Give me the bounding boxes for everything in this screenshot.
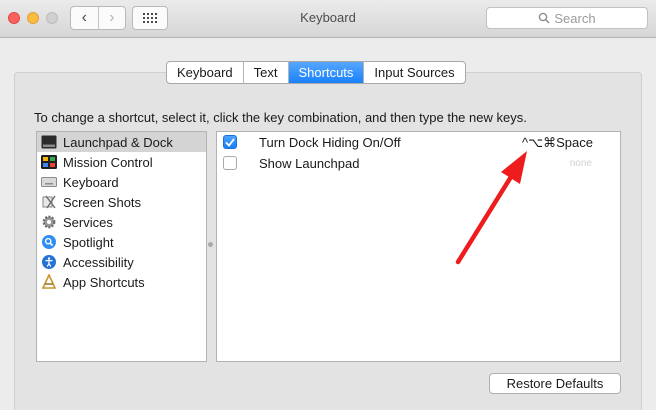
category-launchpad-dock[interactable]: Launchpad & Dock [37,132,206,152]
spotlight-icon [41,234,57,250]
app-shortcuts-icon [41,274,57,290]
shortcut-label: Turn Dock Hiding On/Off [259,135,401,150]
gear-icon [41,214,57,230]
category-label: Screen Shots [63,194,142,210]
title-bar: ‹ › Keyboard Search [0,0,656,38]
shortcut-list[interactable]: Turn Dock Hiding On/Off ^⌥⌘Space Show La… [216,131,621,362]
category-keyboard[interactable]: Keyboard [37,172,206,192]
category-label: Spotlight [63,234,114,250]
category-list[interactable]: Launchpad & Dock Mission Control Keyboar… [36,131,207,362]
shortcut-key-combination[interactable]: none [570,158,592,169]
shortcut-label: Show Launchpad [259,156,360,171]
category-services[interactable]: Services [37,212,206,232]
checkmark-icon [225,137,235,147]
category-spotlight[interactable]: Spotlight [37,232,206,252]
category-label: Keyboard [63,174,119,190]
shortcut-row-dock-hiding[interactable]: Turn Dock Hiding On/Off ^⌥⌘Space [217,132,620,153]
search-icon [539,12,550,24]
search-placeholder: Search [554,10,596,26]
restore-defaults-button[interactable]: Restore Defaults [489,373,621,394]
category-label: Launchpad & Dock [63,134,173,150]
keyboard-icon [41,174,57,190]
category-label: Accessibility [63,254,134,270]
shortcut-row-show-launchpad[interactable]: Show Launchpad none [217,153,620,174]
show-launchpad-checkbox[interactable] [223,156,237,170]
tab-input-sources[interactable]: Input Sources [363,62,464,83]
search-field[interactable]: Search [486,7,648,29]
accessibility-icon [41,254,57,270]
category-label: Mission Control [63,154,153,170]
mission-control-icon [41,154,57,170]
tab-shortcuts[interactable]: Shortcuts [287,62,364,83]
category-label: App Shortcuts [63,274,145,290]
shortcut-key-combination[interactable]: ^⌥⌘Space [522,135,593,151]
dock-hiding-checkbox[interactable] [223,135,237,149]
category-app-shortcuts[interactable]: App Shortcuts [37,272,206,292]
launchpad-dock-icon [41,134,57,150]
category-screen-shots[interactable]: Screen Shots [37,192,206,212]
category-accessibility[interactable]: Accessibility [37,252,206,272]
tab-keyboard[interactable]: Keyboard [167,62,243,83]
split-view-handle[interactable] [208,242,213,247]
tab-text[interactable]: Text [242,62,288,83]
tab-bar: Keyboard Text Shortcuts Input Sources [166,61,466,84]
category-mission-control[interactable]: Mission Control [37,152,206,172]
category-label: Services [63,214,113,230]
instructions-text: To change a shortcut, select it, click t… [34,110,527,125]
screenshot-icon [41,194,57,210]
